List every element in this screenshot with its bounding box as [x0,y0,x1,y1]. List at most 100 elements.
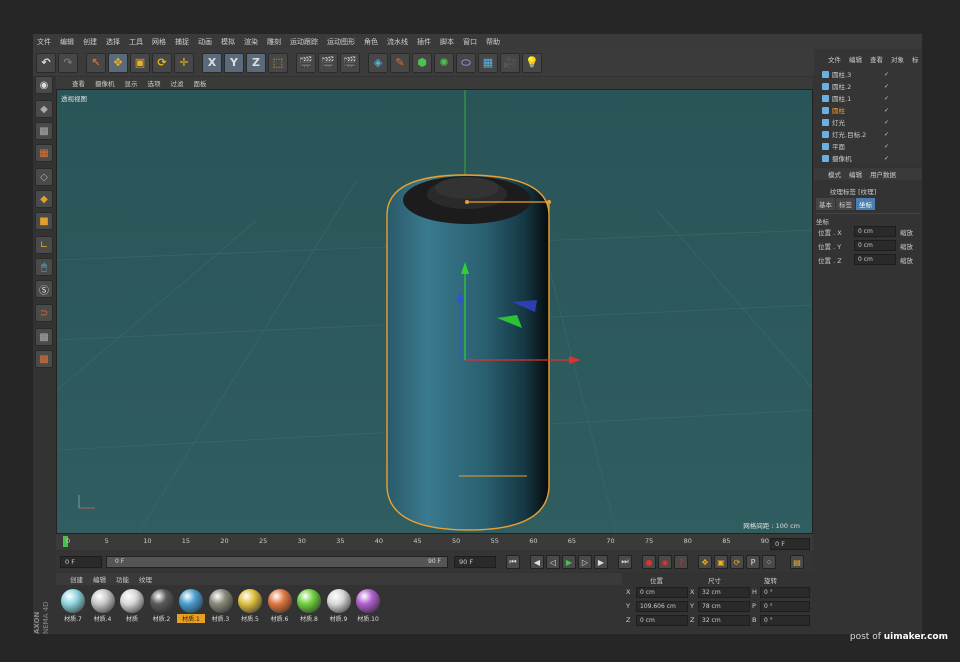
material-swatch[interactable]: 材质.2 [148,589,176,627]
redo-button[interactable]: ↷ [58,52,78,73]
end-frame-field[interactable]: 90 F [454,556,496,568]
lock-workplane-icon[interactable]: ▩ [35,328,53,346]
keyframe-selection-button[interactable]: ? [674,555,688,569]
menu-item[interactable]: 文件 [37,37,51,47]
previous-frame-button[interactable]: ◁ [546,555,560,569]
menu-item[interactable]: 角色 [364,37,378,47]
visibility-check-icon[interactable]: ✓ [884,143,889,150]
render-settings-button[interactable]: 🎬 [340,52,360,73]
object-row[interactable]: 灯光.目标.2 ✓ [822,128,922,140]
object-row[interactable]: 圆柱.2 ✓ [822,80,922,92]
cube-primitive-button[interactable]: ◈ [368,52,388,73]
material-menu-item[interactable]: 创建 [70,574,83,584]
menu-item[interactable]: 网格 [152,37,166,47]
visibility-check-icon[interactable]: ✓ [884,95,889,102]
viewport-menu-item[interactable]: 面板 [194,78,207,88]
transform-tool-button[interactable]: ✛ [174,52,194,73]
attribute-value-field[interactable]: 0 cm [854,254,896,265]
position-field[interactable]: 0 cm [636,587,688,598]
scale-tool-button[interactable]: ▣ [130,52,150,73]
material-menu-item[interactable]: 功能 [116,574,129,584]
key-position-button[interactable]: ✥ [698,555,712,569]
object-menu-item[interactable]: 标 [912,54,919,64]
visibility-check-icon[interactable]: ✓ [884,71,889,78]
polygons-mode-icon[interactable]: ■ [35,212,53,230]
material-swatch[interactable]: 材质.9 [325,589,353,627]
size-field[interactable]: 32 cm [698,615,750,626]
light-button[interactable]: 💡 [522,52,542,73]
visibility-check-icon[interactable]: ✓ [884,107,889,114]
start-frame-field[interactable]: 0 F [60,556,102,568]
attribute-tab[interactable]: 基本 [816,198,835,210]
camera-button[interactable]: 🎥 [500,52,520,73]
preview-range-slider[interactable]: 0 F 90 F [106,556,448,568]
position-field[interactable]: 109.606 cm [636,601,688,612]
menu-item[interactable]: 雕刻 [267,37,281,47]
attribute-tab[interactable]: 坐标 [856,198,875,210]
visibility-check-icon[interactable]: ✓ [884,131,889,138]
deformer-button[interactable]: ⬭ [456,52,476,73]
next-frame-button[interactable]: ▷ [578,555,592,569]
texture-mode-icon[interactable]: ▩ [35,122,53,140]
menu-item[interactable]: 工具 [129,37,143,47]
material-swatch[interactable]: 材质.7 [59,589,87,627]
previous-keyframe-button[interactable]: ◀ [530,555,544,569]
material-swatch[interactable]: 材质.8 [295,589,323,627]
object-menu-item[interactable]: 对象 [891,54,904,64]
cloner-button[interactable]: ✺ [434,52,454,73]
menu-item[interactable]: 窗口 [463,37,477,47]
viewport-menu-item[interactable]: 显示 [125,78,138,88]
material-swatch[interactable]: 材质.6 [266,589,294,627]
undo-button[interactable]: ↶ [36,52,56,73]
attribute-menu-item[interactable]: 编辑 [849,169,862,179]
menu-item[interactable]: 流水线 [387,37,408,47]
render-picture-viewer-button[interactable]: 🎬 [318,52,338,73]
move-tool-button[interactable]: ✥ [108,52,128,73]
size-field[interactable]: 32 cm [698,587,750,598]
menu-item[interactable]: 运动图形 [327,37,355,47]
visibility-check-icon[interactable]: ✓ [884,83,889,90]
rotate-tool-button[interactable]: ⟳ [152,52,172,73]
menu-item[interactable]: 模拟 [221,37,235,47]
attribute-menu-item[interactable]: 模式 [828,169,841,179]
autokey-button[interactable]: ◉ [658,555,672,569]
coordinate-system-button[interactable]: ⬚ [268,52,288,73]
pen-spline-button[interactable]: ✎ [390,52,410,73]
object-row[interactable]: 灯光 ✓ [822,116,922,128]
menu-item[interactable]: 运动跟踪 [290,37,318,47]
menu-item[interactable]: 渲染 [244,37,258,47]
size-field[interactable]: 78 cm [698,601,750,612]
floor-button[interactable]: ▦ [478,52,498,73]
menu-item[interactable]: 动画 [198,37,212,47]
visibility-check-icon[interactable]: ✓ [884,155,889,162]
cylinder-object[interactable] [386,174,550,531]
points-mode-icon[interactable]: ◇ [35,168,53,186]
menu-item[interactable]: 捕捉 [175,37,189,47]
object-menu-item[interactable]: 编辑 [849,54,862,64]
rotation-field[interactable]: 0 ° [760,601,810,612]
attribute-value-field[interactable]: 0 cm [854,240,896,251]
menu-item[interactable]: 帮助 [486,37,500,47]
subdivision-button[interactable]: ⬢ [412,52,432,73]
axis-mode-icon[interactable]: ∟ [35,236,53,254]
key-parameter-button[interactable]: P [746,555,760,569]
material-swatch[interactable]: 材质.3 [207,589,235,627]
next-keyframe-button[interactable]: ▶ [594,555,608,569]
material-swatch[interactable]: 材质.5 [236,589,264,627]
material-swatch[interactable]: 材质.1 [177,589,205,627]
timeline-ruler[interactable]: 0 5 10 15 20 25 30 35 40 45 50 55 60 65 70 75 80 85 90 [56,534,813,550]
viewport-menu-item[interactable]: 过滤 [171,78,184,88]
workplane-icon[interactable]: ▦ [35,144,53,162]
visibility-check-icon[interactable]: ✓ [884,119,889,126]
render-view-button[interactable]: 🎬 [296,52,316,73]
z-axis-lock-button[interactable]: Z [246,52,266,73]
object-row[interactable]: 摄像机 ✓ [822,152,922,164]
menu-item[interactable]: 脚本 [440,37,454,47]
live-select-button[interactable]: ↖ [86,52,106,73]
object-row[interactable]: 平面 ✓ [822,140,922,152]
go-to-end-button[interactable]: ⏭ [618,555,632,569]
magnet-icon[interactable]: ⊃ [35,304,53,322]
object-row[interactable]: 圆柱 ✓ [822,104,922,116]
viewport-menu-item[interactable]: 选项 [148,78,161,88]
play-button[interactable]: ▶ [562,555,576,569]
